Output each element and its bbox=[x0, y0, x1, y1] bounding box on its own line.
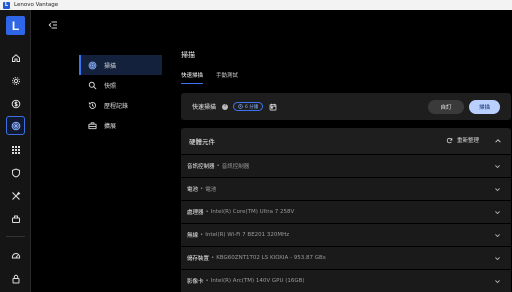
toolbox-icon bbox=[88, 121, 97, 129]
hardware-row-battery[interactable]: 電池 • 電池 bbox=[181, 177, 511, 200]
hardware-row-graphics[interactable]: 影像卡 • Intel(R) Arc(TM) 140V GPU (16GB) bbox=[181, 269, 511, 292]
speed-icon[interactable] bbox=[8, 248, 23, 263]
tab-quick-scan[interactable]: 快速掃描 bbox=[181, 71, 204, 84]
chevron-down-icon[interactable] bbox=[494, 232, 501, 239]
custom-button[interactable]: 自訂 bbox=[428, 100, 464, 114]
chevron-down-icon[interactable] bbox=[494, 209, 501, 216]
page-title: 掃描 bbox=[181, 51, 195, 59]
hardware-row-wireless[interactable]: 無線 • Intel(R) Wi-Fi 7 BE201 320MHz bbox=[181, 223, 511, 246]
row-value: Intel(R) Wi-Fi 7 BE201 320MHz bbox=[205, 232, 290, 238]
chevron-down-icon[interactable] bbox=[494, 186, 501, 193]
home-icon[interactable] bbox=[8, 50, 23, 65]
quick-scan-bar: 快速掃描 ? 6 分鐘 自訂 掃描 bbox=[181, 93, 511, 120]
submenu-item-label: 掃描 bbox=[104, 62, 117, 70]
submenu-item-snapshot[interactable]: 快照 bbox=[79, 75, 162, 95]
title-bar: L Lenovo Vantage bbox=[0, 0, 512, 10]
tab-bar: 快速掃描 手動測試 bbox=[181, 71, 511, 84]
duration-badge: 6 分鐘 bbox=[233, 102, 264, 111]
chevron-up-icon[interactable] bbox=[494, 137, 502, 145]
submenu-item-label: 擴展 bbox=[104, 122, 117, 130]
scan-icon[interactable] bbox=[6, 116, 25, 135]
row-key: 音訊控制器 bbox=[187, 164, 215, 170]
shield-icon[interactable] bbox=[8, 165, 23, 180]
calendar-icon[interactable] bbox=[269, 103, 277, 111]
row-value: 音訊控制器 bbox=[221, 164, 250, 170]
chevron-down-icon[interactable] bbox=[494, 163, 501, 170]
refresh-button[interactable]: 重新整理 bbox=[446, 136, 479, 144]
row-value: Intel(R) Arc(TM) 140V GPU (16GB) bbox=[210, 278, 305, 284]
row-value: 電池 bbox=[205, 187, 217, 193]
scan-button[interactable]: 掃描 bbox=[469, 100, 500, 114]
collapse-menu-icon[interactable] bbox=[48, 20, 58, 30]
hardware-row-storage[interactable]: 儲存裝置 • KBG60ZNT1T02 LS KIOXIA - 953.87 GBs bbox=[181, 246, 511, 269]
help-icon[interactable]: ? bbox=[222, 103, 229, 110]
rail-divider bbox=[6, 236, 25, 237]
row-key: 儲存裝置 bbox=[187, 256, 210, 262]
chevron-down-icon[interactable] bbox=[494, 255, 501, 262]
quick-scan-label: 快速掃描 bbox=[192, 104, 217, 111]
hardware-title: 硬體元件 bbox=[189, 138, 215, 146]
hardware-row-processor[interactable]: 處理器 • Intel(R) Core(TM) Ultra 7 258V bbox=[181, 200, 511, 223]
gear-icon[interactable] bbox=[8, 73, 23, 88]
row-value: KBG60ZNT1T02 LS KIOXIA - 953.87 GBs bbox=[216, 255, 326, 261]
clock-icon bbox=[238, 104, 243, 109]
row-value: Intel(R) Core(TM) Ultra 7 258V bbox=[210, 209, 295, 215]
history-icon bbox=[88, 101, 96, 109]
duration-text: 6 分鐘 bbox=[245, 104, 259, 110]
brand-logo[interactable]: L bbox=[6, 16, 25, 35]
grid-icon[interactable] bbox=[8, 142, 23, 157]
tab-manual-test[interactable]: 手動測試 bbox=[216, 71, 238, 84]
scan-icon bbox=[88, 61, 97, 69]
refresh-label: 重新整理 bbox=[457, 138, 480, 144]
hardware-header[interactable]: 硬體元件 重新整理 bbox=[181, 128, 511, 154]
submenu-item-label: 快照 bbox=[104, 82, 117, 90]
device-icon[interactable] bbox=[8, 211, 23, 226]
hardware-components-panel: 硬體元件 重新整理 音訊控制器 • 音訊控制器 電池 • 電池 處理器 • Intel(R)… bbox=[181, 128, 511, 292]
chevron-down-icon[interactable] bbox=[494, 278, 501, 285]
nav-rail: L bbox=[0, 10, 31, 292]
row-key: 電池 bbox=[187, 187, 199, 193]
scan-submenu: 掃描 快照 歷程記錄 擴展 bbox=[79, 55, 162, 135]
magnifier-icon bbox=[88, 81, 97, 89]
lock-icon[interactable] bbox=[8, 271, 23, 286]
window-title: Lenovo Vantage bbox=[14, 2, 59, 8]
submenu-item-label: 歷程記錄 bbox=[104, 102, 129, 110]
row-key: 處理器 bbox=[187, 210, 204, 216]
submenu-item-scan[interactable]: 掃描 bbox=[79, 55, 162, 75]
tools-icon[interactable] bbox=[8, 188, 23, 203]
submenu-item-history[interactable]: 歷程記錄 bbox=[79, 95, 162, 115]
hardware-row-audio[interactable]: 音訊控制器 • 音訊控制器 bbox=[181, 154, 511, 177]
row-key: 無線 bbox=[187, 233, 199, 239]
dollar-icon[interactable] bbox=[8, 96, 23, 111]
app-logo: L bbox=[3, 1, 10, 9]
main-content: 掃描 快速掃描 手動測試 快速掃描 ? 6 分鐘 自訂 掃描 硬體元件 重新整理… bbox=[181, 50, 511, 292]
submenu-item-extensions[interactable]: 擴展 bbox=[79, 115, 162, 135]
row-key: 影像卡 bbox=[187, 279, 204, 285]
refresh-icon bbox=[446, 137, 453, 143]
